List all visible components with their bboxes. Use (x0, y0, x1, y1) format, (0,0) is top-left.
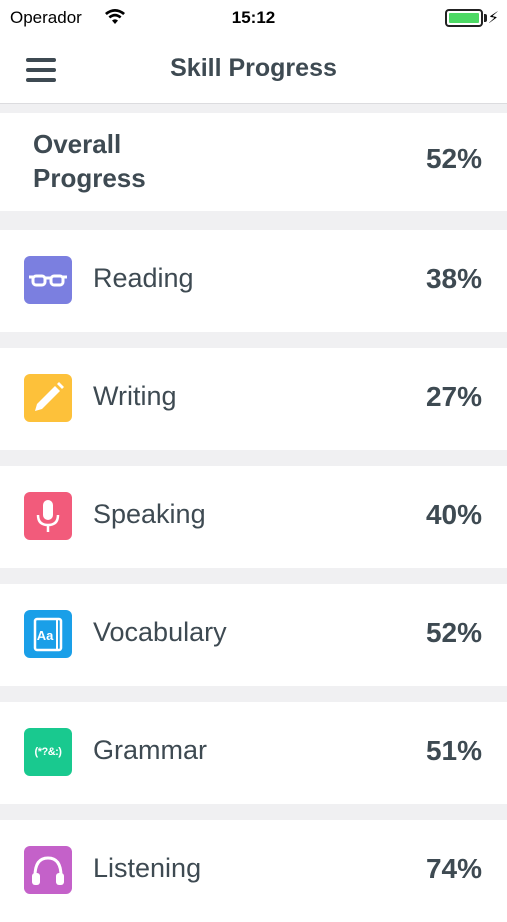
skill-name: Grammar (93, 735, 207, 765)
page-title: Skill Progress (170, 54, 337, 82)
skill-percentage: 38% (425, 263, 482, 294)
skill-name: Writing (93, 381, 177, 411)
status-bar: Operador 15:12 ⚡ (0, 0, 507, 36)
glasses-icon (24, 256, 72, 304)
skill-percentage: 40% (425, 499, 482, 530)
skill-name: Speaking (93, 499, 206, 529)
pencil-icon (24, 374, 72, 422)
skill-percentage: 51% (425, 735, 482, 766)
headphones-icon (24, 846, 72, 894)
skill-row-reading[interactable]: Reading 38% (0, 230, 507, 332)
skill-row-grammar[interactable]: (*?&:) Grammar 51% (0, 702, 507, 804)
skill-percentage: 74% (425, 853, 482, 884)
microphone-icon (24, 492, 72, 540)
skill-row-vocabulary[interactable]: Aa Vocabulary 52% (0, 584, 507, 686)
skill-row-listening[interactable]: Listening 74% (0, 820, 507, 922)
book-icon: Aa (24, 610, 72, 658)
grammar-symbols-icon: (*?&:) (24, 728, 72, 776)
grammar-icon-label: (*?&:) (34, 746, 62, 758)
skill-row-writing[interactable]: Writing 27% (0, 348, 507, 450)
skill-row-speaking[interactable]: Speaking 40% (0, 466, 507, 568)
skill-percentage: 27% (425, 381, 482, 412)
battery-tip (484, 14, 487, 22)
skill-name: Reading (93, 263, 194, 293)
overall-progress-value: 52% (425, 143, 482, 174)
nav-bar: Skill Progress (0, 36, 507, 104)
skill-name: Vocabulary (93, 617, 227, 647)
overall-progress-label: Overall Progress (33, 129, 146, 193)
overall-progress-row: Overall Progress 52% (0, 113, 507, 211)
skill-name: Listening (93, 853, 202, 883)
battery-icon (445, 9, 483, 27)
book-icon-label: Aa (36, 628, 54, 643)
clock: 15:12 (231, 8, 276, 27)
charging-bolt-icon: ⚡ (487, 10, 499, 27)
skill-percentage: 52% (425, 617, 482, 648)
